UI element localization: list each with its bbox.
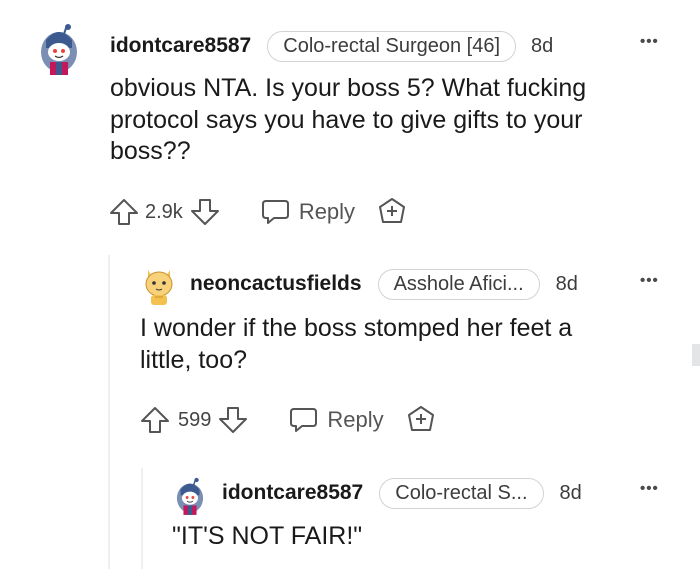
username[interactable]: idontcare8587 [110, 34, 251, 58]
downvote-icon[interactable] [217, 404, 249, 436]
more-options-icon[interactable]: ••• [640, 480, 659, 497]
comment-actions: 599 Reply [139, 401, 438, 439]
award-plus-icon[interactable] [404, 403, 438, 437]
comment-body: "IT'S NOT FAIR!" [172, 521, 652, 553]
comment-body-line: protocol says you have to give gifts to … [110, 105, 583, 134]
thread-line-level-1[interactable] [108, 255, 110, 569]
user-flair: Asshole Afici... [377, 268, 540, 300]
vote-count: 599 [178, 408, 212, 431]
award-plus-icon[interactable] [375, 195, 409, 229]
comment-body: I wonder if the boss stomped her feet a … [140, 313, 660, 376]
upvote-icon[interactable] [108, 196, 140, 228]
reply-button[interactable]: Reply [259, 196, 355, 228]
scrollbar-thumb[interactable] [692, 344, 700, 366]
reply-label: Reply [298, 199, 356, 224]
username[interactable]: neoncactusfields [190, 272, 362, 296]
username[interactable]: idontcare8587 [222, 481, 363, 505]
cat-avatar-icon[interactable] [142, 264, 176, 306]
more-options-icon[interactable]: ••• [640, 272, 659, 289]
comment-age[interactable]: 8d [560, 482, 582, 505]
snoo-avatar-icon[interactable] [174, 476, 206, 516]
user-flair: Colo-rectal Surgeon [46] [267, 30, 517, 62]
more-options-icon[interactable]: ••• [640, 33, 659, 50]
upvote-icon[interactable] [139, 404, 171, 436]
comment-age[interactable]: 8d [531, 35, 553, 58]
reply-bubble-icon [287, 404, 319, 436]
downvote-icon[interactable] [189, 196, 221, 228]
comment-body-line: little, too? [140, 345, 248, 374]
comment-body-line: "IT'S NOT FAIR!" [172, 522, 363, 550]
comment-body-line: obvious NTA. Is your boss 5? What fuckin… [110, 74, 587, 102]
snoo-avatar-icon[interactable] [37, 22, 81, 76]
reply-button[interactable]: Reply [287, 404, 384, 436]
comment-age[interactable]: 8d [556, 273, 578, 296]
user-flair: Colo-rectal S... [379, 477, 544, 509]
comment-body: obvious NTA. Is your boss 5? What fuckin… [110, 73, 670, 168]
thread-line-level-2[interactable] [141, 468, 143, 569]
vote-count: 2.9k [145, 200, 183, 223]
reply-label: Reply [327, 407, 384, 432]
reply-bubble-icon [259, 196, 291, 228]
comment-body-line: I wonder if the boss stomped her feet a [140, 314, 573, 342]
comment-body-line: boss?? [110, 137, 191, 165]
comment-actions: 2.9k Reply [108, 193, 409, 231]
